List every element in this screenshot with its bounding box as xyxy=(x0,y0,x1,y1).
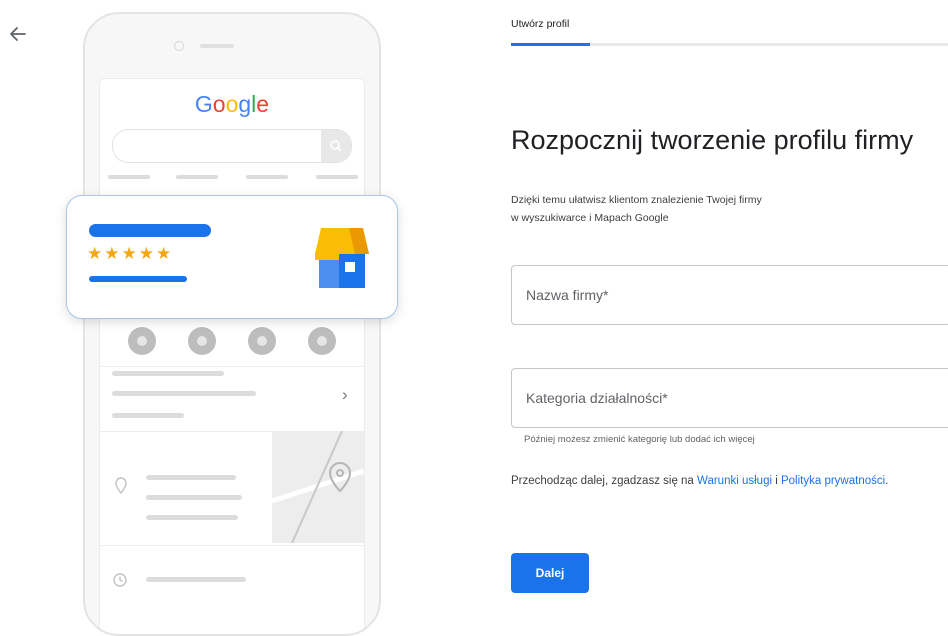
business-card-illustration: ★★★★★ xyxy=(66,195,398,319)
phone-screen: Google › xyxy=(99,78,365,634)
step-tab-label: Utwórz profil xyxy=(511,18,570,30)
description-line: Dzięki temu ułatwisz klientom znalezieni… xyxy=(511,194,762,206)
placeholder-line xyxy=(146,515,238,520)
arrow-back-icon xyxy=(10,27,26,41)
phone-illustration: Google › xyxy=(83,12,381,636)
google-logo-letter: e xyxy=(256,91,270,117)
placeholder-line xyxy=(112,371,224,376)
google-logo-letter: o xyxy=(225,91,239,117)
page-description: Dzięki temu ułatwisz klientom znalezieni… xyxy=(511,191,871,227)
directions-icon xyxy=(128,327,156,355)
rating-stars: ★★★★★ xyxy=(87,244,174,263)
search-icon xyxy=(330,140,342,152)
business-name-input[interactable] xyxy=(511,265,948,325)
google-logo-letter: g xyxy=(238,91,252,117)
placeholder-line xyxy=(112,391,256,396)
chevron-right-icon: › xyxy=(342,385,348,404)
map-route-icon xyxy=(271,430,364,544)
placeholder-line xyxy=(146,475,236,480)
illustration-search-bar xyxy=(112,129,352,163)
google-logo: Google xyxy=(100,91,364,118)
progress-indicator xyxy=(511,43,590,46)
clock-icon xyxy=(113,573,127,587)
page-title: Rozpocznij tworzenie profilu firmy xyxy=(511,125,914,156)
divider xyxy=(100,545,364,546)
google-logo-letter: o xyxy=(212,91,226,117)
camera-icon xyxy=(174,41,184,51)
next-button[interactable]: Dalej xyxy=(511,553,589,593)
phone-top-bezel xyxy=(85,14,379,78)
map-thumbnail xyxy=(271,430,364,544)
search-button-illustration xyxy=(321,130,351,162)
placeholder-line xyxy=(146,495,242,500)
terms-prefix: Przechodząc dalej, zgadzasz się na xyxy=(511,475,698,487)
phone-icon xyxy=(308,327,336,355)
share-icon xyxy=(248,327,276,355)
placeholder-line xyxy=(112,413,184,418)
terms-suffix: . xyxy=(885,475,889,487)
business-detail-placeholder-bar xyxy=(89,276,187,282)
save-icon xyxy=(188,327,216,355)
privacy-policy-link[interactable]: Polityka prywatności xyxy=(781,475,885,487)
google-logo-letter: G xyxy=(194,91,213,117)
divider xyxy=(100,366,364,367)
storefront-icon xyxy=(311,224,373,295)
terms-of-service-link[interactable]: Warunki usługi xyxy=(697,475,772,487)
terms-and: i xyxy=(772,475,781,487)
illustration-tabs xyxy=(108,175,358,181)
location-pin-icon xyxy=(115,477,127,495)
business-name-placeholder-bar xyxy=(89,224,211,237)
business-category-input[interactable] xyxy=(511,368,948,428)
terms-notice: Przechodząc dalej, zgadzasz się na Warun… xyxy=(511,471,901,491)
description-line: w wyszukiwarce i Mapach Google xyxy=(511,212,669,224)
back-button[interactable] xyxy=(6,22,30,46)
placeholder-line xyxy=(146,577,246,582)
speaker-grille xyxy=(200,44,234,48)
category-helper-text: Później możesz zmienić kategorię lub dod… xyxy=(524,434,755,445)
